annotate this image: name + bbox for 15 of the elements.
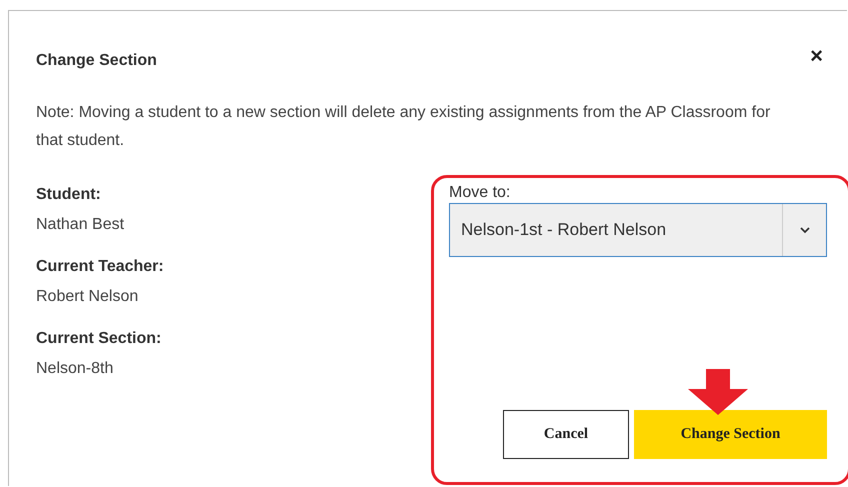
field-value: Nelson-8th	[36, 359, 114, 379]
section-dropdown[interactable]: Nelson-1st - Robert Nelson	[449, 203, 827, 257]
change-section-button[interactable]: Change Section	[634, 410, 827, 459]
dialog-title: Change Section	[36, 51, 157, 71]
field-label: Current Teacher:	[36, 257, 165, 277]
field-value: Nathan Best	[36, 215, 126, 235]
field-value: Robert Nelson	[36, 287, 140, 307]
field-label: Move to:	[449, 183, 512, 203]
chevron-down-icon	[800, 226, 810, 234]
field-label: Current Section:	[36, 329, 162, 349]
arrow-down-icon	[686, 369, 750, 415]
cancel-button[interactable]: Cancel	[503, 410, 629, 459]
close-button[interactable]: ×	[810, 45, 823, 67]
field-label: Student:	[36, 185, 102, 205]
note-text: Note: Moving a student to a new section will delete any existing assignments from the AP Classroom for that student.	[35, 103, 772, 151]
